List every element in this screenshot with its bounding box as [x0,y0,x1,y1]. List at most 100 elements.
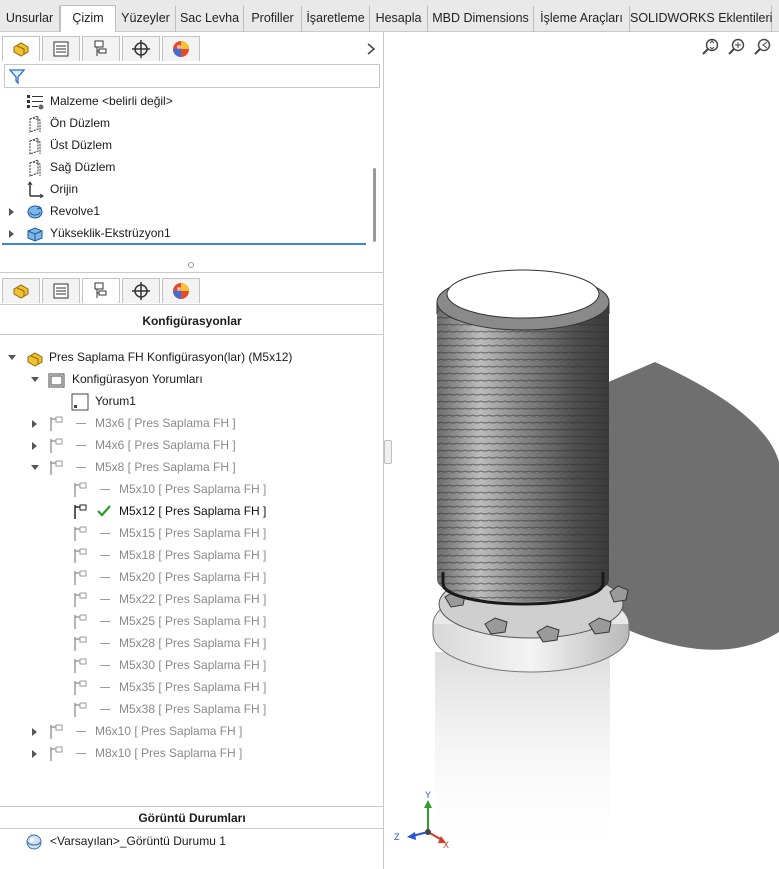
config-item[interactable]: M5x28 [ Pres Saplama FH ] [0,632,380,654]
tree-item-revolve1[interactable]: Revolve1 [0,200,370,222]
tree-item-right-plane[interactable]: Sağ Düzlem [0,156,370,178]
tree-item-label: Yükseklik-Ekstrüzyon1 [50,226,171,240]
dimxpert-manager-tab[interactable] [122,278,160,303]
config-item[interactable]: M5x18 [ Pres Saplama FH ] [0,544,380,566]
config-root-label: Pres Saplama FH Konfigürasyon(lar) (M5x1… [49,350,293,364]
expand-arrow-icon[interactable] [31,465,39,470]
tab-isaretleme[interactable]: İşaretleme [302,6,370,32]
material-icon [27,95,44,110]
manager-tabs-top [0,34,384,62]
chevron-right-icon[interactable] [366,42,376,59]
graphics-area[interactable]: Y X Z [385,32,779,869]
config-item[interactable]: M6x10 [ Pres Saplama FH ] [0,720,380,742]
panel-splitter-handle[interactable] [188,262,194,268]
config-item[interactable]: M5x10 [ Pres Saplama FH ] [0,478,380,500]
plane-icon [29,159,41,177]
tab-cizim[interactable]: Çizim [60,5,116,33]
config-item[interactable]: M5x30 [ Pres Saplama FH ] [0,654,380,676]
tree-item-front-plane[interactable]: Ön Düzlem [0,112,370,134]
tree-item-material[interactable]: Malzeme <belirli değil> [0,90,370,112]
panel-collapse-handle[interactable] [384,440,392,464]
inactive-dash-icon [100,555,110,556]
config-item[interactable]: M5x15 [ Pres Saplama FH ] [0,522,380,544]
tree-scrollbar[interactable] [373,168,376,242]
inactive-dash-icon [100,577,110,578]
inactive-dash-icon [76,753,86,754]
config-item[interactable]: M5x35 [ Pres Saplama FH ] [0,676,380,698]
config-item-label: M8x10 [ Pres Saplama FH ] [95,746,243,760]
tab-unsurlar[interactable]: Unsurlar [0,6,60,32]
expand-arrow-icon[interactable] [32,750,37,758]
tab-isleme-araclari[interactable]: İşleme Araçları [534,6,630,32]
tab-mbd-dimensions[interactable]: MBD Dimensions [428,6,534,32]
expand-arrow-icon[interactable] [9,230,14,238]
inactive-dash-icon [76,445,86,446]
config-item-label: M5x28 [ Pres Saplama FH ] [119,636,267,650]
configuration-icon [50,460,63,475]
config-comments-folder[interactable]: Konfigürasyon Yorumları [0,368,380,390]
display-state-item[interactable]: <Varsayılan>_Görüntü Durumu 1 [0,830,380,852]
filter-icon[interactable] [8,67,26,85]
config-item[interactable]: M5x25 [ Pres Saplama FH ] [0,610,380,632]
config-panel-title: Konfigürasyonlar [142,314,242,328]
plane-icon [29,137,41,155]
tab-solidworks-eklentileri[interactable]: SOLIDWORKS Eklentileri [630,6,772,32]
configuration-icon [74,526,87,541]
feature-manager-tab[interactable] [2,278,40,303]
rollback-bar[interactable] [2,243,366,245]
config-item[interactable]: M3x6 [ Pres Saplama FH ] [0,412,380,434]
left-panel: Malzeme <belirli değil> Ön Düzlem Üst Dü… [0,32,384,869]
comment-icon [71,393,89,411]
tree-item-origin[interactable]: Orijin [0,178,370,200]
expand-arrow-icon[interactable] [8,355,16,360]
configuration-manager-tab[interactable] [82,278,120,303]
config-item-label: M5x18 [ Pres Saplama FH ] [119,548,267,562]
tree-item-label: Revolve1 [50,204,101,218]
tree-item-top-plane[interactable]: Üst Düzlem [0,134,370,156]
config-item[interactable]: M5x12 [ Pres Saplama FH ] [0,500,380,522]
display-states-title: Görüntü Durumları [138,811,246,825]
tree-filter-input[interactable] [4,64,380,88]
expand-arrow-icon[interactable] [32,442,37,450]
command-manager-tabs: Unsurlar Çizim Yüzeyler Sac Levha Profil… [0,0,779,33]
config-item[interactable]: M5x22 [ Pres Saplama FH ] [0,588,380,610]
configuration-icon [50,724,63,739]
crosshair-icon [132,40,150,58]
expand-arrow-icon[interactable] [32,728,37,736]
config-item-label: M4x6 [ Pres Saplama FH ] [95,438,236,452]
tree-item-extrude1[interactable]: Yükseklik-Ekstrüzyon1 [0,222,370,244]
config-item[interactable]: M5x20 [ Pres Saplama FH ] [0,566,380,588]
dimxpert-manager-tab[interactable] [122,36,160,61]
tree-item-label: Malzeme <belirli değil> [50,94,173,108]
tab-sac-levha[interactable]: Sac Levha [176,6,244,32]
config-item-label: M5x8 [ Pres Saplama FH ] [95,460,236,474]
tab-profiller[interactable]: Profiller [244,6,302,32]
config-item[interactable]: M4x6 [ Pres Saplama FH ] [0,434,380,456]
checkmark-icon [97,505,111,517]
property-manager-tab[interactable] [42,278,80,303]
config-comment[interactable]: Yorum1 [0,390,380,412]
folder-icon [48,373,65,388]
configuration-icon [74,570,87,585]
config-item-label: M6x10 [ Pres Saplama FH ] [95,724,243,738]
expand-arrow-icon[interactable] [9,208,14,216]
config-item[interactable]: M5x38 [ Pres Saplama FH ] [0,698,380,720]
config-item[interactable]: M8x10 [ Pres Saplama FH ] [0,742,380,764]
display-manager-tab[interactable] [162,278,200,303]
part-model-view[interactable]: Y X Z [385,32,779,869]
configuration-icon [74,614,87,629]
tab-hesapla[interactable]: Hesapla [370,6,428,32]
config-item[interactable]: M5x8 [ Pres Saplama FH ] [0,456,380,478]
configuration-icon [74,482,87,497]
tab-yuzeyler[interactable]: Yüzeyler [116,6,176,32]
configuration-manager-tab[interactable] [82,36,120,61]
display-manager-tab[interactable] [162,36,200,61]
property-manager-tab[interactable] [42,36,80,61]
expand-arrow-icon[interactable] [32,420,37,428]
configuration-icon [74,658,87,673]
expand-arrow-icon[interactable] [31,377,39,382]
extrude-icon [27,227,43,242]
feature-manager-tab[interactable] [2,36,40,61]
triad-z-label: Z [394,832,400,842]
config-root[interactable]: Pres Saplama FH Konfigürasyon(lar) (M5x1… [0,346,380,368]
